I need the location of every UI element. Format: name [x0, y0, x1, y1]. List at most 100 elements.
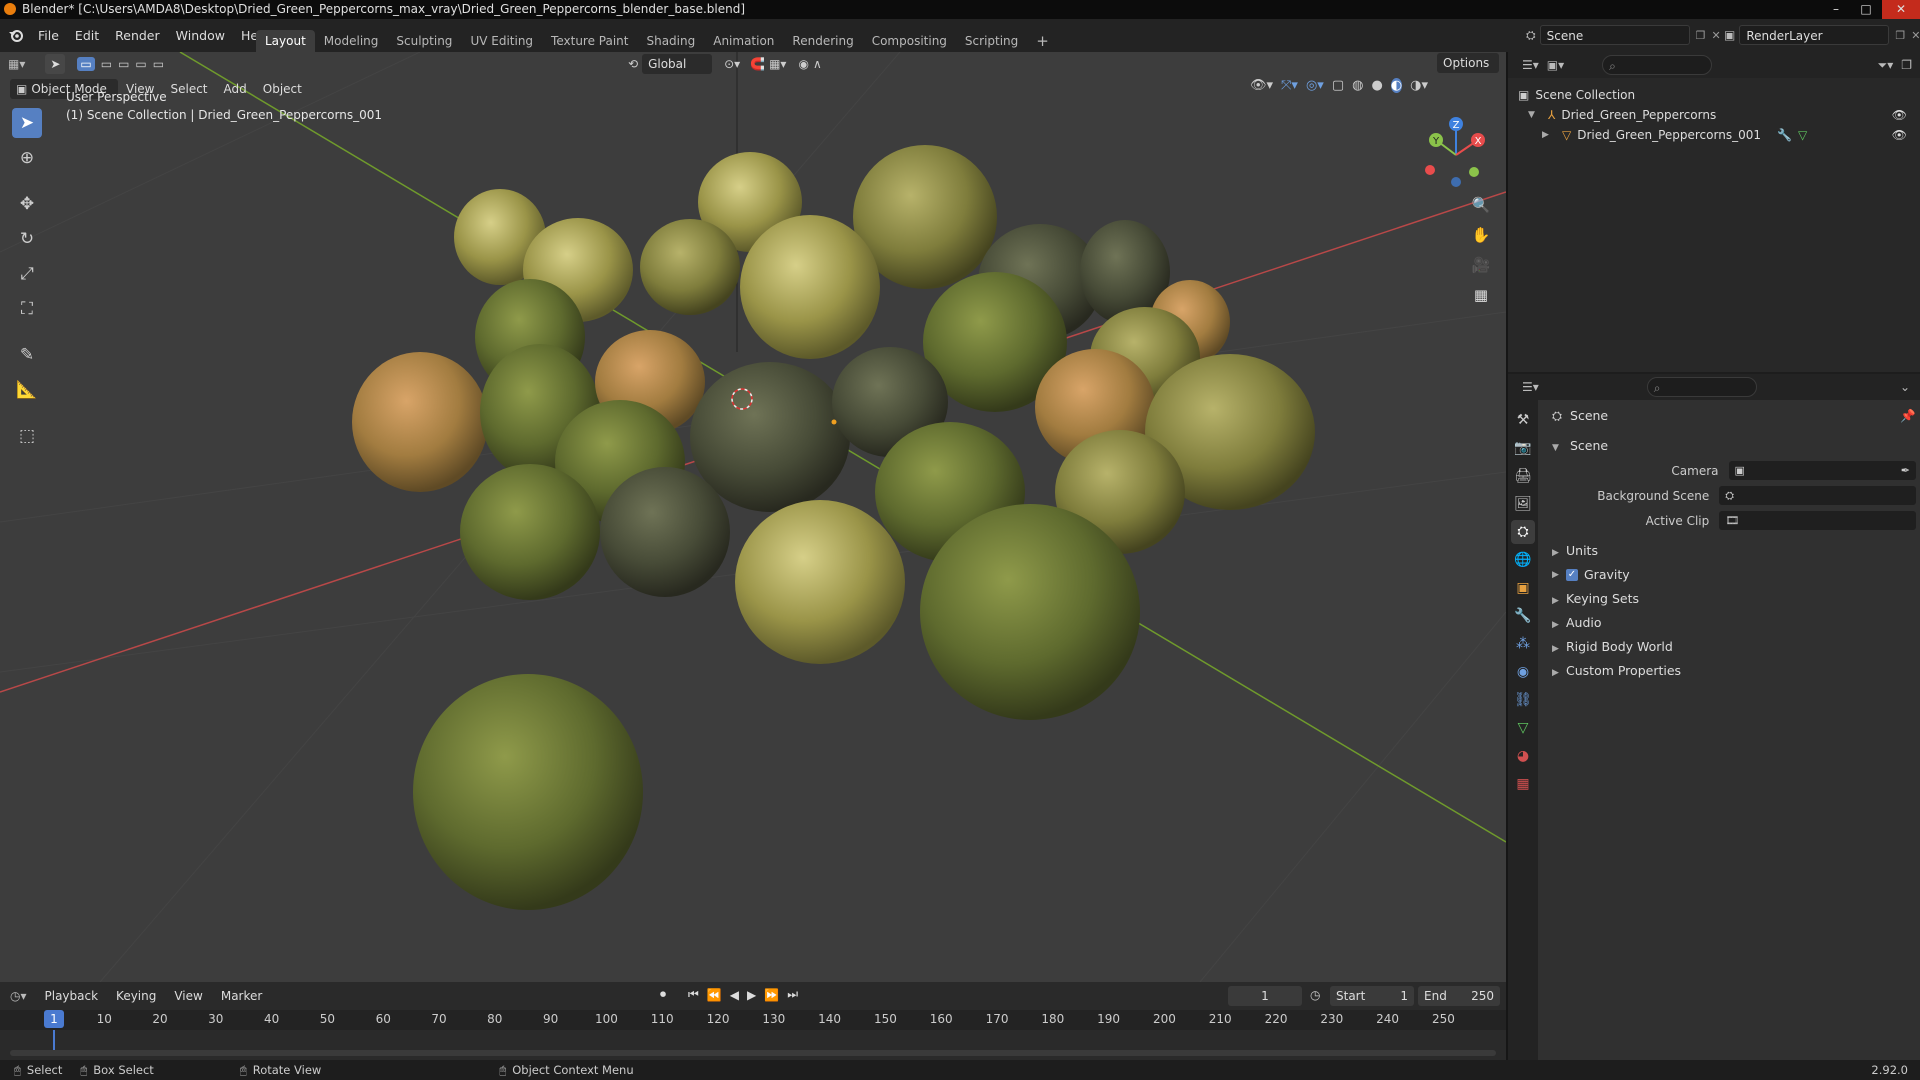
editor-type-icon[interactable]: ▦▾ — [8, 57, 25, 71]
rigid-body-world-panel-header[interactable]: ▶ Rigid Body World — [1546, 635, 1916, 659]
select-tool-icon[interactable]: ➤ — [45, 54, 66, 74]
outliner-row-collection[interactable]: ▼ ⅄ Dried_Green_Peppercorns 👁 — [1518, 105, 1913, 125]
texture-tab-icon[interactable]: ▦ — [1511, 772, 1535, 796]
pin-icon[interactable]: 📌 — [1900, 404, 1916, 428]
timeline-editor-icon[interactable]: ◷▾ — [10, 989, 27, 1003]
close-button[interactable]: ✕ — [1882, 0, 1920, 19]
tab-modeling[interactable]: Modeling — [315, 30, 388, 52]
wireframe-shading-icon[interactable]: ◍ — [1352, 78, 1363, 93]
background-scene-field[interactable]: ⛭ — [1719, 486, 1916, 505]
visibility-eye-icon[interactable]: 👁 — [1892, 105, 1907, 125]
options-dropdown[interactable]: Options — [1437, 53, 1499, 73]
display-mode-icon[interactable]: ▣▾ — [1547, 58, 1564, 72]
jump-keyframe-back-icon[interactable]: ⏪ — [707, 988, 722, 1002]
select-mode-extend-icon[interactable]: ▭ — [101, 57, 112, 71]
playhead-handle[interactable]: 1 — [44, 1010, 64, 1028]
current-frame-field[interactable]: 1 — [1228, 986, 1302, 1006]
units-panel-header[interactable]: ▶ Units — [1546, 539, 1916, 563]
menu-edit[interactable]: Edit — [67, 19, 107, 52]
delete-scene-icon[interactable]: ✕ — [1711, 29, 1720, 42]
play-icon[interactable]: ▶ — [747, 988, 756, 1002]
outliner-editor-icon[interactable]: ☰▾ — [1522, 58, 1539, 72]
particles-tab-icon[interactable]: ⁂ — [1511, 632, 1535, 656]
scale-tool[interactable]: ⤢ — [12, 259, 42, 289]
pivot-point-icon[interactable]: ⊙▾ — [724, 57, 740, 71]
select-mode-intersect-icon[interactable]: ▭ — [153, 57, 164, 71]
tool-tab-icon[interactable]: ⚒ — [1511, 408, 1535, 432]
delete-layer-icon[interactable]: ✕ — [1911, 29, 1920, 42]
new-layer-icon[interactable]: ❐ — [1895, 29, 1905, 42]
tab-sculpting[interactable]: Sculpting — [387, 30, 461, 52]
tab-shading[interactable]: Shading — [637, 30, 704, 52]
rendered-shading-icon[interactable]: ◑▾ — [1410, 78, 1428, 93]
navigation-gizmo[interactable]: Z Y X — [1416, 110, 1496, 190]
menu-file[interactable]: File — [30, 19, 67, 52]
snap-increment-icon[interactable]: ▦▾ — [769, 57, 786, 71]
maximize-button[interactable]: □ — [1852, 0, 1880, 19]
modifiers-tab-icon[interactable]: 🔧 — [1511, 604, 1535, 628]
object-tab-icon[interactable]: ▣ — [1511, 576, 1535, 600]
select-mode-invert-icon[interactable]: ▭ — [135, 57, 146, 71]
perspective-grid-icon[interactable]: ▦ — [1468, 282, 1494, 308]
timeline-scrollbar[interactable] — [10, 1050, 1496, 1056]
timeline-menu-view[interactable]: View — [166, 986, 210, 1006]
gizmo-toggle-icon[interactable]: ⤧▾ — [1281, 78, 1298, 93]
select-box-tool[interactable]: ➤ — [12, 108, 42, 138]
tab-rendering[interactable]: Rendering — [783, 30, 862, 52]
mesh-data-icon[interactable]: ▽ — [1798, 125, 1807, 145]
object-visibility-eye-icon[interactable]: 👁 — [1892, 125, 1907, 145]
outliner-row-scene-collection[interactable]: ▣ Scene Collection — [1518, 85, 1913, 105]
menu-render[interactable]: Render — [107, 19, 168, 52]
eyedropper-icon[interactable]: ✒ — [1901, 464, 1910, 477]
audio-expand-icon[interactable]: ▶ — [1552, 613, 1566, 637]
custom-properties-expand-icon[interactable]: ▶ — [1552, 661, 1566, 685]
view-layer-icon[interactable]: ▣ — [1724, 28, 1735, 42]
overlay-toggle-icon[interactable]: ◎▾ — [1306, 78, 1324, 93]
transform-tool[interactable]: ⛶ — [12, 294, 42, 324]
cursor-tool[interactable]: ⊕ — [12, 143, 42, 173]
tab-uv-editing[interactable]: UV Editing — [461, 30, 542, 52]
move-tool[interactable]: ✥ — [12, 189, 42, 219]
tab-scripting[interactable]: Scripting — [956, 30, 1027, 52]
physics-tab-icon[interactable]: ◉ — [1511, 660, 1535, 684]
select-mode-subtract-icon[interactable]: ▭ — [118, 57, 129, 71]
output-tab-icon[interactable]: 🖨 — [1511, 464, 1535, 488]
scene-name-field[interactable]: Scene — [1539, 25, 1690, 45]
scene-panel-expand-icon[interactable]: ▼ — [1552, 436, 1566, 460]
scene-panel-header[interactable]: ▼ Scene — [1546, 434, 1916, 458]
data-tab-icon[interactable]: ▽ — [1511, 716, 1535, 740]
properties-options-icon[interactable]: ⌄ — [1900, 380, 1910, 394]
xray-icon[interactable]: ▢ — [1332, 78, 1344, 93]
render-tab-icon[interactable]: 📷 — [1511, 436, 1535, 460]
rigid-body-expand-icon[interactable]: ▶ — [1552, 637, 1566, 661]
properties-search-input[interactable]: ⌕ — [1646, 377, 1757, 397]
transform-orientation-dropdown[interactable]: Global — [642, 54, 713, 74]
add-cube-tool[interactable]: ⬚ — [12, 421, 42, 451]
scene-icon[interactable]: ⛭ — [1526, 28, 1536, 43]
minimize-button[interactable]: – — [1822, 0, 1850, 19]
menu-window[interactable]: Window — [168, 19, 233, 52]
gravity-checkbox[interactable]: ✓ — [1566, 569, 1578, 581]
tab-animation[interactable]: Animation — [704, 30, 783, 52]
keying-sets-panel-header[interactable]: ▶ Keying Sets — [1546, 587, 1916, 611]
blender-menu-icon[interactable] — [8, 27, 24, 43]
filter-icon[interactable]: ⏷▾ — [1878, 58, 1894, 73]
rotate-tool[interactable]: ↻ — [12, 224, 42, 254]
end-frame-field[interactable]: End 250 — [1418, 986, 1500, 1006]
jump-end-icon[interactable]: ⏭ — [787, 987, 798, 1002]
solid-shading-icon[interactable]: ● — [1371, 78, 1382, 93]
collapse-triangle-icon[interactable]: ▶ — [1542, 125, 1556, 145]
annotate-tool[interactable]: ✎ — [12, 340, 42, 370]
jump-keyframe-forward-icon[interactable]: ⏩ — [764, 988, 779, 1002]
new-collection-icon[interactable]: ❐ — [1901, 58, 1912, 72]
add-workspace-button[interactable]: + — [1027, 30, 1058, 52]
properties-editor-icon[interactable]: ☰▾ — [1522, 380, 1539, 394]
tab-layout[interactable]: Layout — [256, 30, 315, 52]
outliner-row-object[interactable]: ▶ ▽ Dried_Green_Peppercorns_001 🔧 ▽ 👁 — [1518, 125, 1913, 145]
start-frame-field[interactable]: Start 1 — [1330, 986, 1414, 1006]
world-tab-icon[interactable]: 🌐 — [1511, 548, 1535, 572]
measure-tool[interactable]: 📐 — [12, 375, 42, 405]
camera-view-icon[interactable]: 🎥 — [1468, 252, 1494, 278]
expand-triangle-icon[interactable]: ▼ — [1528, 105, 1542, 125]
gravity-panel-header[interactable]: ▶ ✓ Gravity — [1546, 563, 1916, 587]
